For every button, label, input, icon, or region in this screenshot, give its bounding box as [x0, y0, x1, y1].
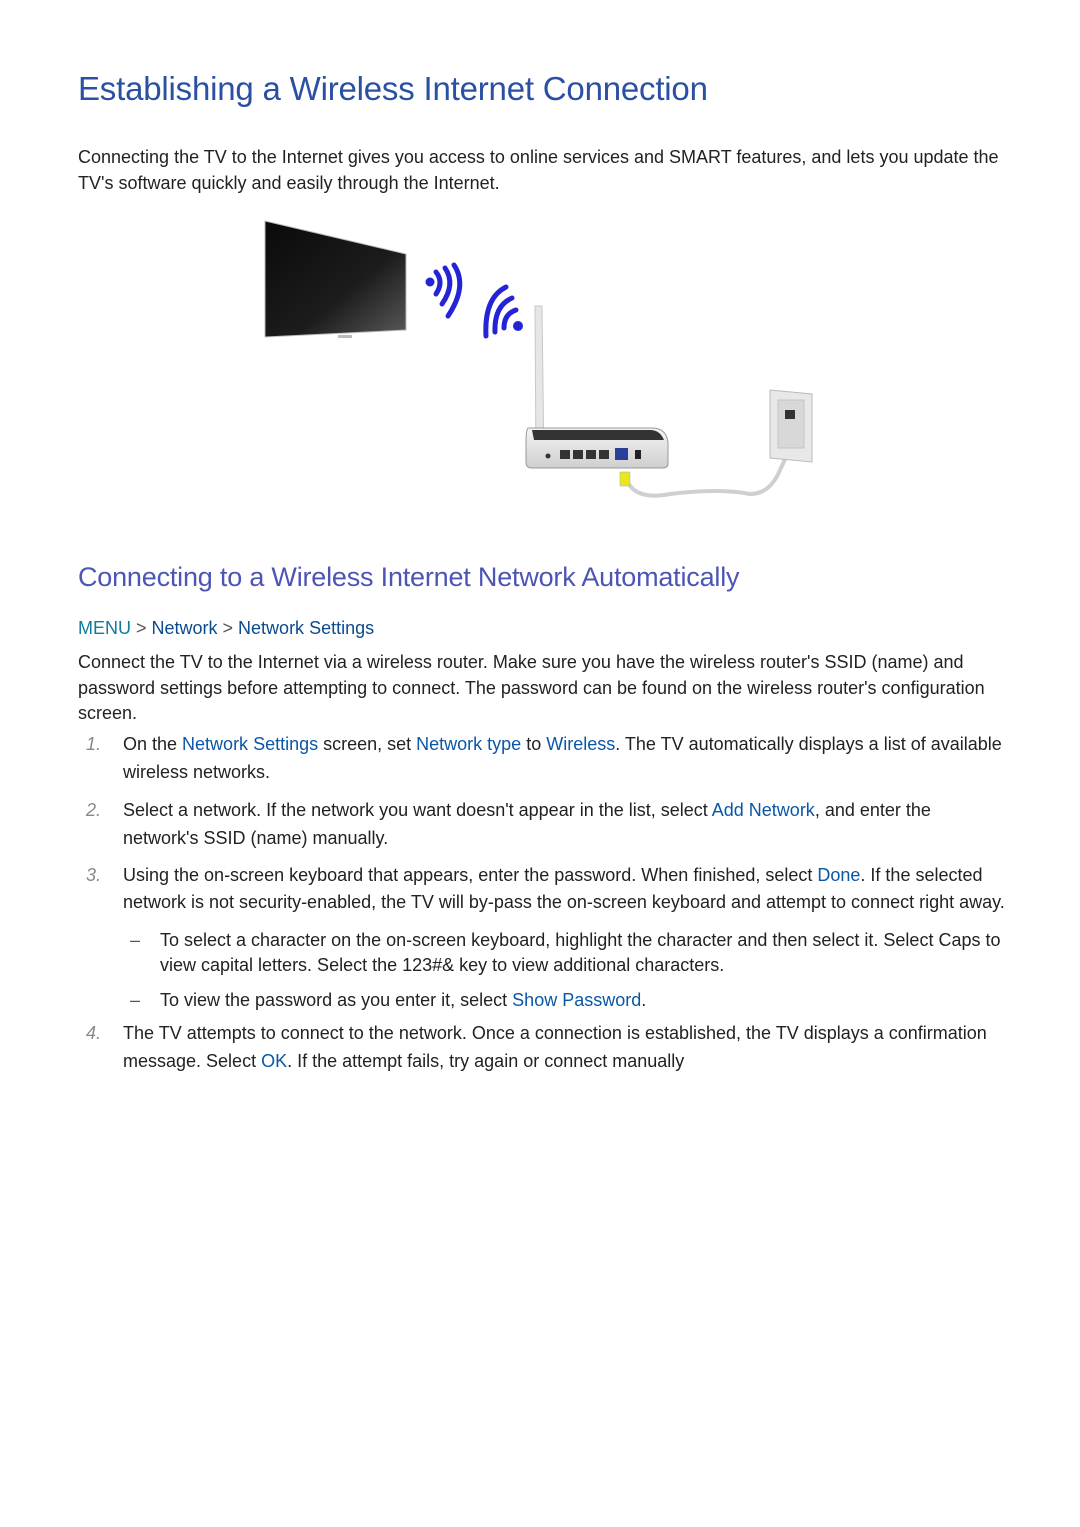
- ok-link: OK: [261, 1051, 288, 1071]
- wifi-signal-tv-icon: [425, 262, 463, 319]
- breadcrumb-menu[interactable]: MENU: [78, 618, 131, 638]
- step-3: 3. Using the on-screen keyboard that app…: [86, 865, 1005, 912]
- steps-list: 1. On the Network Settings screen, set N…: [78, 730, 1008, 1075]
- note-1: – To select a character on the on-screen…: [130, 930, 1001, 975]
- wireless-link: Wireless: [546, 734, 616, 754]
- note-2: – To view the password as you enter it, …: [130, 990, 647, 1010]
- router-icon: [525, 305, 669, 469]
- tv-icon: [264, 220, 407, 338]
- show-password-link: Show Password: [512, 990, 642, 1010]
- network-settings-link: Network Settings: [182, 734, 319, 754]
- wifi-signal-router-icon: [483, 284, 523, 339]
- page-title: Establishing a Wireless Internet Connect…: [78, 70, 708, 107]
- breadcrumb-network-settings[interactable]: Network Settings: [238, 618, 374, 638]
- section-title: Connecting to a Wireless Internet Networ…: [78, 562, 740, 592]
- wall-jack-icon: [769, 389, 813, 463]
- section-intro: Connect the TV to the Internet via a wir…: [78, 652, 985, 723]
- network-type-link: Network type: [416, 734, 522, 754]
- done-link: Done: [817, 865, 861, 885]
- wireless-connection-illustration: [264, 220, 813, 498]
- intro-paragraph: Connecting the TV to the Internet gives …: [78, 147, 999, 193]
- step-1: 1. On the Network Settings screen, set N…: [86, 734, 1002, 782]
- breadcrumb: MENU > Network > Network Settings: [78, 618, 374, 639]
- chevron-right-icon: >: [136, 618, 147, 638]
- breadcrumb-network[interactable]: Network: [152, 618, 218, 638]
- step-4: 4. The TV attempts to connect to the net…: [86, 1023, 987, 1071]
- add-network-link: Add Network: [711, 800, 815, 820]
- step-2: 2. Select a network. If the network you …: [86, 800, 931, 848]
- chevron-right-icon: >: [222, 618, 234, 638]
